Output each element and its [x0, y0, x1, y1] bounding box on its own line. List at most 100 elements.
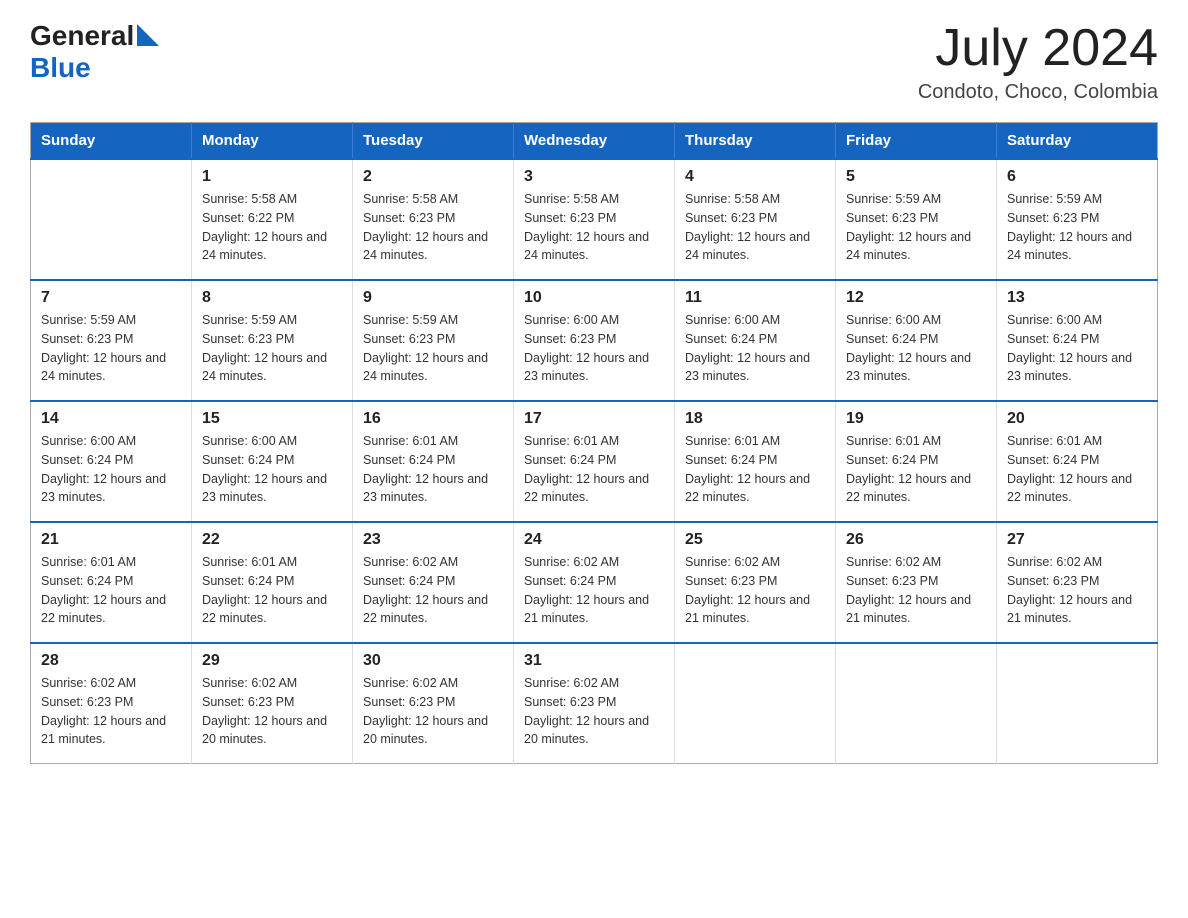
calendar-cell [675, 643, 836, 764]
day-info: Sunrise: 5:59 AMSunset: 6:23 PMDaylight:… [202, 311, 342, 386]
calendar-cell: 3 Sunrise: 5:58 AMSunset: 6:23 PMDaylight… [514, 159, 675, 280]
day-number: 16 [363, 410, 503, 428]
calendar-cell: 18Sunrise: 6:01 AMSunset: 6:24 PMDayligh… [675, 401, 836, 522]
logo-general-text: General [30, 20, 134, 52]
day-number: 9 [363, 289, 503, 307]
day-number: 4 [685, 168, 825, 186]
day-number: 7 [41, 289, 181, 307]
calendar-cell [836, 643, 997, 764]
week-row-4: 21 Sunrise: 6:01 AMSunset: 6:24 PMDayligh… [31, 522, 1158, 643]
week-row-1: 1Sunrise: 5:58 AMSunset: 6:22 PMDaylight… [31, 159, 1158, 280]
day-header-sunday: Sunday [31, 123, 192, 160]
day-number: 12 [846, 289, 986, 307]
calendar-cell: 28Sunrise: 6:02 AMSunset: 6:23 PMDayligh… [31, 643, 192, 764]
calendar-cell: 4 Sunrise: 5:58 AMSunset: 6:23 PMDaylight… [675, 159, 836, 280]
day-info: Sunrise: 5:59 AMSunset: 6:23 PMDaylight:… [41, 311, 181, 386]
calendar-cell: 9 Sunrise: 5:59 AMSunset: 6:23 PMDaylight… [353, 280, 514, 401]
day-number: 15 [202, 410, 342, 428]
day-number: 13 [1007, 289, 1147, 307]
day-info: Sunrise: 6:01 AMSunset: 6:24 PMDaylight:… [685, 432, 825, 507]
calendar-cell: 30Sunrise: 6:02 AMSunset: 6:23 PMDayligh… [353, 643, 514, 764]
day-number: 31 [524, 652, 664, 670]
day-info: Sunrise: 6:02 AMSunset: 6:24 PMDaylight:… [363, 553, 503, 628]
logo: General Blue [30, 20, 159, 84]
day-info: Sunrise: 5:58 AMSunset: 6:23 PMDaylight:… [524, 190, 664, 265]
day-header-wednesday: Wednesday [514, 123, 675, 160]
logo-blue-text: Blue [30, 52, 91, 83]
week-row-2: 7 Sunrise: 5:59 AMSunset: 6:23 PMDaylight… [31, 280, 1158, 401]
day-number: 21 [41, 531, 181, 549]
day-info: Sunrise: 5:58 AMSunset: 6:23 PMDaylight:… [363, 190, 503, 265]
day-info: Sunrise: 6:01 AMSunset: 6:24 PMDaylight:… [846, 432, 986, 507]
calendar-cell: 29 Sunrise: 6:02 AMSunset: 6:23 PMDayligh… [192, 643, 353, 764]
calendar-cell: 27 Sunrise: 6:02 AMSunset: 6:23 PMDayligh… [997, 522, 1158, 643]
calendar-cell: 15 Sunrise: 6:00 AMSunset: 6:24 PMDayligh… [192, 401, 353, 522]
day-number: 2 [363, 168, 503, 186]
calendar-cell: 22 Sunrise: 6:01 AMSunset: 6:24 PMDayligh… [192, 522, 353, 643]
day-info: Sunrise: 6:01 AMSunset: 6:24 PMDaylight:… [202, 553, 342, 628]
day-number: 26 [846, 531, 986, 549]
week-row-5: 28 Sunrise: 6:02 AMSunset: 6:23 PMDayligh… [31, 643, 1158, 764]
calendar-cell: 14Sunrise: 6:00 AMSunset: 6:24 PMDayligh… [31, 401, 192, 522]
calendar-cell: 2 Sunrise: 5:58 AMSunset: 6:23 PMDaylight… [353, 159, 514, 280]
day-number: 8 [202, 289, 342, 307]
days-of-week-row: SundayMondayTuesdayWednesdayThursdayFrid… [31, 123, 1158, 160]
calendar-cell: 8 Sunrise: 5:59 AMSunset: 6:23 PMDaylight… [192, 280, 353, 401]
day-info: Sunrise: 6:01 AMSunset: 6:24 PMDaylight:… [524, 432, 664, 507]
day-info: Sunrise: 5:58 AMSunset: 6:22 PMDaylight:… [202, 190, 342, 265]
calendar-cell: 16 Sunrise: 6:01 AMSunset: 6:24 PMDayligh… [353, 401, 514, 522]
calendar-cell: 19 Sunrise: 6:01 AMSunset: 6:24 PMDayligh… [836, 401, 997, 522]
calendar-title-block: July 2024 Condoto, Choco, Colombia [918, 20, 1158, 104]
day-number: 5 [846, 168, 986, 186]
calendar-cell [997, 643, 1158, 764]
calendar-header: SundayMondayTuesdayWednesdayThursdayFrid… [31, 123, 1158, 160]
day-number: 29 [202, 652, 342, 670]
calendar-cell: 20 Sunrise: 6:01 AMSunset: 6:24 PMDayligh… [997, 401, 1158, 522]
calendar-cell: 5 Sunrise: 5:59 AMSunset: 6:23 PMDaylight… [836, 159, 997, 280]
page-header: General Blue July 2024 Condoto, Choco, C… [30, 20, 1158, 104]
day-number: 3 [524, 168, 664, 186]
calendar-cell: 6 Sunrise: 5:59 AMSunset: 6:23 PMDaylight… [997, 159, 1158, 280]
day-info: Sunrise: 6:02 AMSunset: 6:23 PMDaylight:… [202, 674, 342, 749]
day-info: Sunrise: 6:00 AMSunset: 6:23 PMDaylight:… [524, 311, 664, 386]
day-header-saturday: Saturday [997, 123, 1158, 160]
calendar-cell: 26Sunrise: 6:02 AMSunset: 6:23 PMDayligh… [836, 522, 997, 643]
day-number: 24 [524, 531, 664, 549]
day-number: 22 [202, 531, 342, 549]
calendar-cell: 11Sunrise: 6:00 AMSunset: 6:24 PMDayligh… [675, 280, 836, 401]
day-info: Sunrise: 6:02 AMSunset: 6:23 PMDaylight:… [1007, 553, 1147, 628]
day-info: Sunrise: 6:01 AMSunset: 6:24 PMDaylight:… [363, 432, 503, 507]
calendar-cell [31, 159, 192, 280]
day-number: 25 [685, 531, 825, 549]
calendar-cell: 25 Sunrise: 6:02 AMSunset: 6:23 PMDayligh… [675, 522, 836, 643]
day-info: Sunrise: 6:00 AMSunset: 6:24 PMDaylight:… [1007, 311, 1147, 386]
day-number: 10 [524, 289, 664, 307]
day-info: Sunrise: 5:59 AMSunset: 6:23 PMDaylight:… [846, 190, 986, 265]
calendar-cell: 13 Sunrise: 6:00 AMSunset: 6:24 PMDayligh… [997, 280, 1158, 401]
day-number: 27 [1007, 531, 1147, 549]
day-number: 30 [363, 652, 503, 670]
day-info: Sunrise: 6:01 AMSunset: 6:24 PMDaylight:… [1007, 432, 1147, 507]
day-info: Sunrise: 6:02 AMSunset: 6:24 PMDaylight:… [524, 553, 664, 628]
day-number: 23 [363, 531, 503, 549]
day-number: 28 [41, 652, 181, 670]
calendar-cell: 1Sunrise: 5:58 AMSunset: 6:22 PMDaylight… [192, 159, 353, 280]
day-info: Sunrise: 5:59 AMSunset: 6:23 PMDaylight:… [1007, 190, 1147, 265]
day-info: Sunrise: 5:58 AMSunset: 6:23 PMDaylight:… [685, 190, 825, 265]
calendar-cell: 12Sunrise: 6:00 AMSunset: 6:24 PMDayligh… [836, 280, 997, 401]
calendar-location: Condoto, Choco, Colombia [918, 81, 1158, 104]
day-info: Sunrise: 5:59 AMSunset: 6:23 PMDaylight:… [363, 311, 503, 386]
calendar-table: SundayMondayTuesdayWednesdayThursdayFrid… [30, 122, 1158, 764]
day-header-thursday: Thursday [675, 123, 836, 160]
day-info: Sunrise: 6:02 AMSunset: 6:23 PMDaylight:… [685, 553, 825, 628]
day-number: 17 [524, 410, 664, 428]
day-number: 20 [1007, 410, 1147, 428]
calendar-month-year: July 2024 [918, 20, 1158, 77]
calendar-body: 1Sunrise: 5:58 AMSunset: 6:22 PMDaylight… [31, 159, 1158, 764]
week-row-3: 14 Sunrise: 6:00 AMSunset: 6:24 PMDayligh… [31, 401, 1158, 522]
day-number: 19 [846, 410, 986, 428]
day-number: 14 [41, 410, 181, 428]
day-number: 6 [1007, 168, 1147, 186]
calendar-cell: 21Sunrise: 6:01 AMSunset: 6:24 PMDayligh… [31, 522, 192, 643]
day-info: Sunrise: 6:00 AMSunset: 6:24 PMDaylight:… [202, 432, 342, 507]
